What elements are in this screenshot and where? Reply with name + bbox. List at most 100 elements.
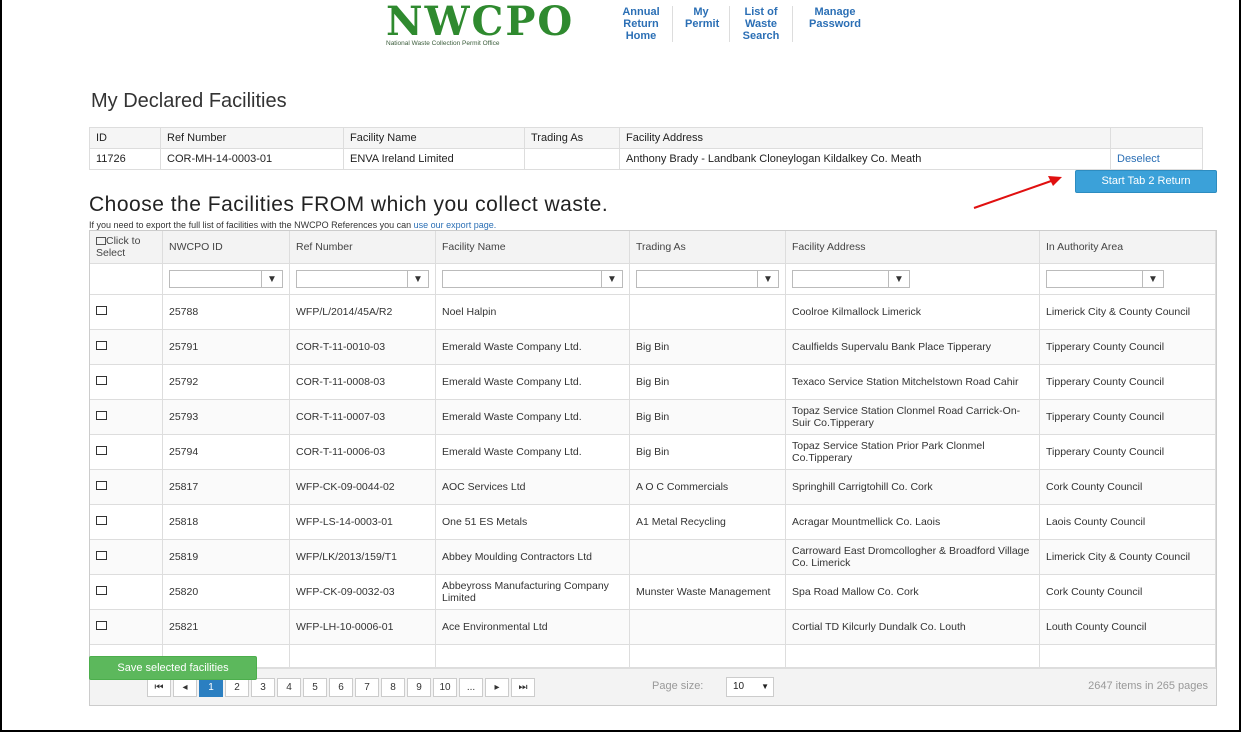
page-size-select[interactable]: 10 ▼ bbox=[726, 677, 774, 697]
funnel-icon[interactable]: ▼ bbox=[407, 271, 428, 287]
row-checkbox[interactable] bbox=[96, 481, 107, 490]
funnel-icon[interactable]: ▼ bbox=[1142, 271, 1163, 287]
page-button[interactable]: 8 bbox=[381, 678, 405, 697]
col-nwcpo-id[interactable]: NWCPO ID bbox=[162, 231, 290, 264]
export-page-link[interactable]: use our export page. bbox=[414, 220, 497, 230]
cell-id: 25794 bbox=[162, 434, 290, 470]
page-numbers: 1 2 3 4 5 6 7 8 9 10... bbox=[199, 678, 485, 697]
filter-facility-address[interactable]: ▼ bbox=[792, 270, 910, 288]
funnel-icon[interactable]: ▼ bbox=[261, 271, 282, 287]
cell-id: 25788 bbox=[162, 294, 290, 330]
filter-input[interactable] bbox=[637, 271, 757, 287]
row-checkbox[interactable] bbox=[96, 306, 107, 315]
page-button[interactable]: 4 bbox=[277, 678, 301, 697]
page-button[interactable]: 6 bbox=[329, 678, 353, 697]
logo-text: NWCPO bbox=[386, 0, 575, 45]
funnel-icon[interactable]: ▼ bbox=[757, 271, 778, 287]
start-tab-2-return-button[interactable]: Start Tab 2 Return bbox=[1075, 170, 1217, 193]
row-checkbox[interactable] bbox=[96, 551, 107, 560]
row-select-cell bbox=[90, 434, 163, 470]
row-checkbox[interactable] bbox=[96, 621, 107, 630]
cell-trading: A O C Commercials bbox=[629, 469, 786, 505]
filter-empty bbox=[90, 263, 163, 295]
filter-trading-as[interactable]: ▼ bbox=[636, 270, 779, 288]
cell-id: 25791 bbox=[162, 329, 290, 365]
row-checkbox[interactable] bbox=[96, 376, 107, 385]
cell-name: Noel Halpin bbox=[435, 294, 630, 330]
col-facility-address[interactable]: Facility Address bbox=[785, 231, 1040, 264]
table-row: 25794 COR-T-11-0006-03 Emerald Waste Compa… bbox=[90, 434, 1216, 470]
cell-ref: COR-T-11-0006-03 bbox=[289, 434, 436, 470]
cell-trading: Big Bin bbox=[629, 364, 786, 400]
filter-authority-area[interactable]: ▼ bbox=[1046, 270, 1164, 288]
header: NWCPO National Waste Collection Permit O… bbox=[0, 0, 1241, 60]
declared-row: 11726 COR-MH-14-0003-01 ENVA Ireland Lim… bbox=[89, 148, 1203, 170]
funnel-icon[interactable]: ▼ bbox=[888, 271, 909, 287]
cell-address: Cortial TD Kilcurly Dundalk Co. Louth bbox=[785, 609, 1040, 645]
row-select-cell bbox=[90, 609, 163, 645]
select-all-checkbox[interactable] bbox=[96, 237, 106, 246]
export-note-text: If you need to export the full list of f… bbox=[89, 220, 414, 230]
filter-input[interactable] bbox=[443, 271, 601, 287]
funnel-icon[interactable]: ▼ bbox=[601, 271, 622, 287]
nav-manage-password[interactable]: Manage Password bbox=[793, 6, 877, 42]
cell-address: Acragar Mountmellick Co. Laois bbox=[785, 504, 1040, 540]
table-row: 25793 COR-T-11-0007-03 Emerald Waste Compa… bbox=[90, 399, 1216, 435]
cell-name: Emerald Waste Company Ltd. bbox=[435, 364, 630, 400]
page-button[interactable]: 1 bbox=[199, 678, 223, 697]
table-row: 25818 WFP-LS-14-0003-01 One 51 ES Metals A1… bbox=[90, 504, 1216, 540]
declared-facilities-title: My Declared Facilities bbox=[91, 90, 287, 112]
col-trading-as[interactable]: Trading As bbox=[629, 231, 786, 264]
col-facility-name: Facility Name bbox=[343, 127, 525, 149]
filter-facility-name[interactable]: ▼ bbox=[442, 270, 623, 288]
col-facility-name[interactable]: Facility Name bbox=[435, 231, 630, 264]
last-page-button[interactable]: ⏭ bbox=[511, 678, 535, 697]
page-button[interactable]: 7 bbox=[355, 678, 379, 697]
cell-ref: WFP/L/2014/45A/R2 bbox=[289, 294, 436, 330]
row-checkbox[interactable] bbox=[96, 446, 107, 455]
cell-ref: COR-T-11-0008-03 bbox=[289, 364, 436, 400]
filter-ref-number[interactable]: ▼ bbox=[296, 270, 429, 288]
cell-address: Springhill Carrigtohill Co. Cork bbox=[785, 469, 1040, 505]
chevron-down-icon: ▼ bbox=[761, 682, 769, 691]
first-page-button[interactable]: ⏮ bbox=[147, 678, 171, 697]
filter-input[interactable] bbox=[297, 271, 407, 287]
page-button[interactable]: 10 bbox=[433, 678, 457, 697]
page-button[interactable]: 2 bbox=[225, 678, 249, 697]
nav-my-permit[interactable]: My Permit bbox=[673, 6, 730, 42]
deselect-link[interactable]: Deselect bbox=[1117, 153, 1160, 165]
col-trading-as: Trading As bbox=[524, 127, 620, 149]
nav-annual-return-home[interactable]: Annual Return Home bbox=[610, 6, 673, 42]
row-select-cell bbox=[90, 399, 163, 435]
filter-input[interactable] bbox=[170, 271, 261, 287]
page-button[interactable]: 3 bbox=[251, 678, 275, 697]
col-ref-number[interactable]: Ref Number bbox=[289, 231, 436, 264]
filter-input[interactable] bbox=[793, 271, 888, 287]
cell-area: Tipperary County Council bbox=[1039, 364, 1216, 400]
col-authority-area[interactable]: In Authority Area bbox=[1039, 231, 1216, 264]
filter-input[interactable] bbox=[1047, 271, 1142, 287]
grid-header-row: Click to Select NWCPO ID Ref Number Faci… bbox=[90, 231, 1216, 264]
cell-name: Emerald Waste Company Ltd. bbox=[435, 329, 630, 365]
page-size-value: 10 bbox=[733, 681, 745, 692]
page-buttons: ⏮ ◂ 1 2 3 4 5 6 7 8 9 10... ▸ ⏭ bbox=[147, 678, 537, 697]
cell-id: 25792 bbox=[162, 364, 290, 400]
page-button[interactable]: ... bbox=[459, 678, 483, 697]
row-checkbox[interactable] bbox=[96, 411, 107, 420]
row-select-cell bbox=[90, 329, 163, 365]
next-page-button[interactable]: ▸ bbox=[485, 678, 509, 697]
col-facility-address: Facility Address bbox=[619, 127, 1111, 149]
save-selected-facilities-button[interactable]: Save selected facilities bbox=[89, 656, 257, 680]
prev-page-button[interactable]: ◂ bbox=[173, 678, 197, 697]
cell-area: Cork County Council bbox=[1039, 574, 1216, 610]
filter-nwcpo-id[interactable]: ▼ bbox=[169, 270, 283, 288]
cell-trading: Big Bin bbox=[629, 329, 786, 365]
row-checkbox[interactable] bbox=[96, 341, 107, 350]
page-button[interactable]: 9 bbox=[407, 678, 431, 697]
nav-list-of-waste-search[interactable]: List of Waste Search bbox=[730, 6, 793, 42]
cell-area: Limerick City & County Council bbox=[1039, 539, 1216, 575]
row-checkbox[interactable] bbox=[96, 586, 107, 595]
row-checkbox[interactable] bbox=[96, 516, 107, 525]
page-button[interactable]: 5 bbox=[303, 678, 327, 697]
nwcpo-logo[interactable]: NWCPO National Waste Collection Permit O… bbox=[386, 2, 596, 50]
